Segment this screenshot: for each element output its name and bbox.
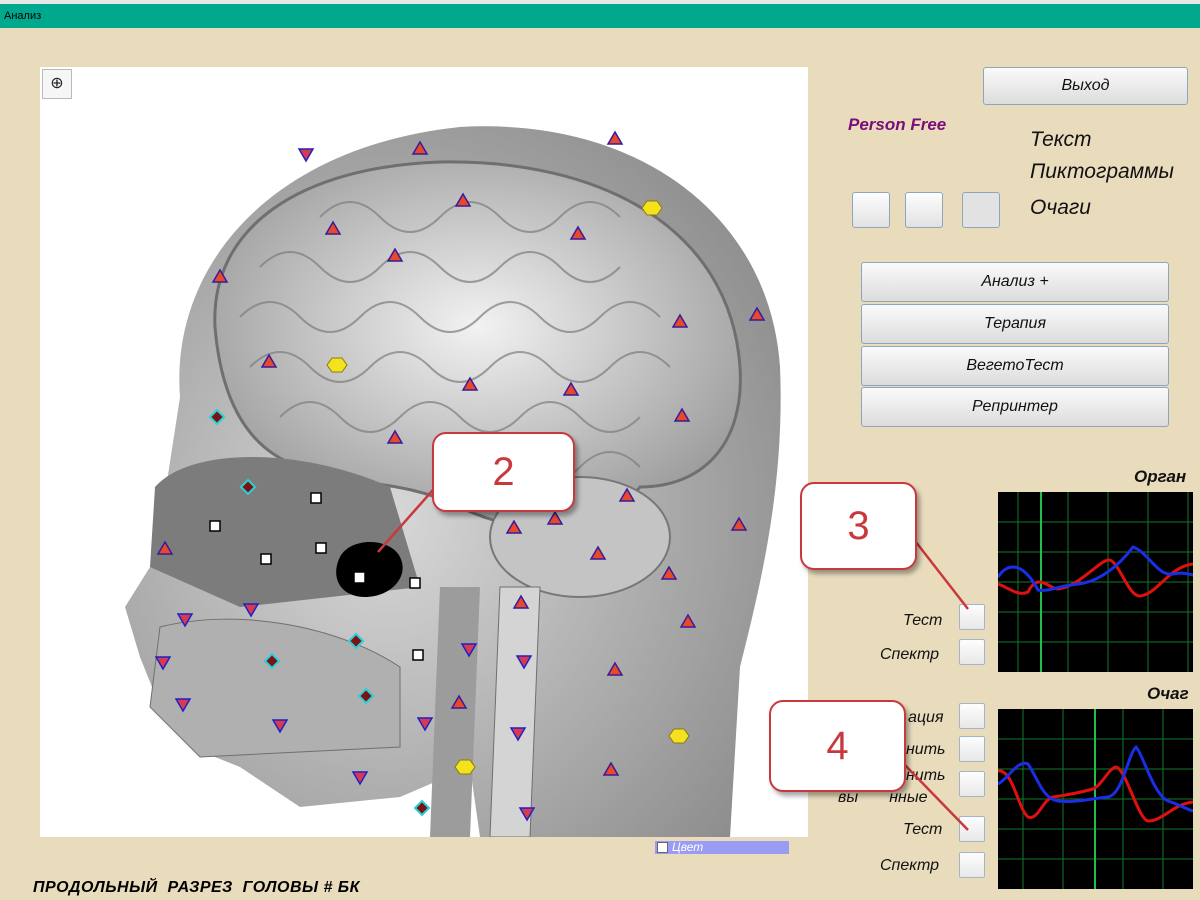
window-title: Анализ [0,4,1200,28]
exit-button[interactable]: Выход [983,67,1188,105]
organ-spectrum-label: Спектр [880,646,940,663]
focus-item-2-checkbox[interactable] [959,736,985,762]
focus-item-1-checkbox[interactable] [959,703,985,729]
therapy-button[interactable]: Терапия [861,304,1169,344]
focus-item-1-label: ация [908,709,944,726]
person-label: Person Free [848,115,947,134]
organ-chart [996,492,1194,672]
option-label-foci: Очаги [1030,196,1091,219]
organ-spectrum-checkbox[interactable] [959,639,985,665]
callout-4: 4 [769,700,906,792]
option-toggle-text[interactable] [852,192,890,228]
color-checkbox[interactable] [657,842,668,854]
option-label-text: Текст [1030,128,1092,151]
head-section-image[interactable] [40,67,808,837]
analysis-plus-button[interactable]: Анализ + [861,262,1169,302]
focus-chart [997,709,1194,889]
focus-title: Очаг [1147,684,1189,703]
callout-4-pointer [901,761,969,831]
focus-spectrum-checkbox[interactable] [959,852,985,878]
zoom-glyph: ⊕ [50,75,64,92]
reprinter-button[interactable]: Репринтер [861,387,1169,427]
callout-3: 3 [800,482,917,570]
callout-3-pointer [911,536,969,610]
head-illustration [125,126,781,837]
option-toggle-pictograms[interactable] [905,192,943,228]
focus-chart-plot [997,709,1194,889]
organ-chart-plot [996,492,1194,672]
option-label-pictograms: Пиктограммы [1030,160,1174,183]
image-caption: ПРОДОЛЬНЫЙ РАЗРЕЗ ГОЛОВЫ # БК [33,879,360,896]
callout-2: 2 [432,432,575,512]
color-legend[interactable]: Цвет [655,841,789,854]
option-toggle-foci[interactable] [962,192,1000,228]
color-label: Цвет [672,840,704,854]
organ-title: Орган [1134,467,1187,486]
zoom-in-icon[interactable]: ⊕ [42,69,72,99]
vegetotest-button[interactable]: ВегетоТест [861,346,1169,386]
focus-item-2-label: нить [906,741,946,758]
focus-spectrum-label: Спектр [880,857,940,874]
